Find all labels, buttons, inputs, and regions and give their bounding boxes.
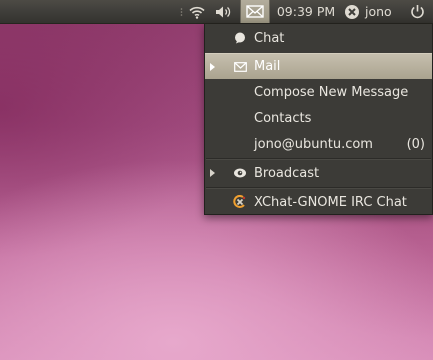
wifi-icon[interactable] bbox=[180, 0, 209, 23]
power-symbol-icon bbox=[410, 5, 424, 19]
menu-item-chat[interactable]: Chat bbox=[205, 25, 432, 51]
menu-item-xchat[interactable]: XChat-GNOME IRC Chat bbox=[205, 189, 432, 215]
username-label: jono bbox=[365, 4, 392, 19]
menu-item-label: XChat-GNOME IRC Chat bbox=[254, 194, 407, 210]
power-icon[interactable] bbox=[406, 0, 428, 23]
messaging-menu: Chat Mail Compose New Message Contacts j… bbox=[204, 24, 433, 215]
wifi-icon-glyph bbox=[189, 6, 205, 19]
desktop-wallpaper: 09:39 PM jono Chat Mail Compose New Mess… bbox=[0, 0, 433, 360]
menu-item-label: Broadcast bbox=[254, 165, 320, 181]
user-status-icon bbox=[345, 4, 359, 19]
envelope-icon bbox=[233, 60, 247, 74]
top-panel: 09:39 PM jono bbox=[0, 0, 433, 24]
menu-item-mail[interactable]: Mail bbox=[205, 53, 432, 79]
messaging-menu-button[interactable] bbox=[240, 0, 270, 23]
menu-item-account[interactable]: jono@ubuntu.com (0) bbox=[205, 131, 432, 157]
menu-item-label: jono@ubuntu.com bbox=[254, 136, 373, 152]
xchat-icon bbox=[233, 195, 247, 209]
menu-item-broadcast[interactable]: Broadcast bbox=[205, 160, 432, 186]
menu-item-compose[interactable]: Compose New Message bbox=[205, 79, 432, 105]
user-menu-button[interactable]: jono bbox=[344, 0, 400, 23]
unread-count: (0) bbox=[406, 136, 425, 152]
clock[interactable]: 09:39 PM bbox=[275, 0, 337, 23]
menu-item-label: Compose New Message bbox=[254, 84, 409, 100]
volume-icon[interactable] bbox=[211, 0, 235, 23]
speaker-icon bbox=[216, 6, 231, 17]
menu-item-label: Chat bbox=[254, 30, 285, 46]
chat-bubble-icon bbox=[233, 31, 247, 45]
signal-dots-icon bbox=[180, 8, 183, 16]
menu-item-label: Mail bbox=[254, 59, 281, 74]
submenu-arrow-icon bbox=[210, 169, 215, 177]
broadcast-icon bbox=[233, 166, 247, 180]
menu-item-contacts[interactable]: Contacts bbox=[205, 105, 432, 131]
mail-icon bbox=[246, 5, 264, 18]
submenu-arrow-icon bbox=[210, 62, 215, 71]
menu-item-label: Contacts bbox=[254, 110, 312, 126]
